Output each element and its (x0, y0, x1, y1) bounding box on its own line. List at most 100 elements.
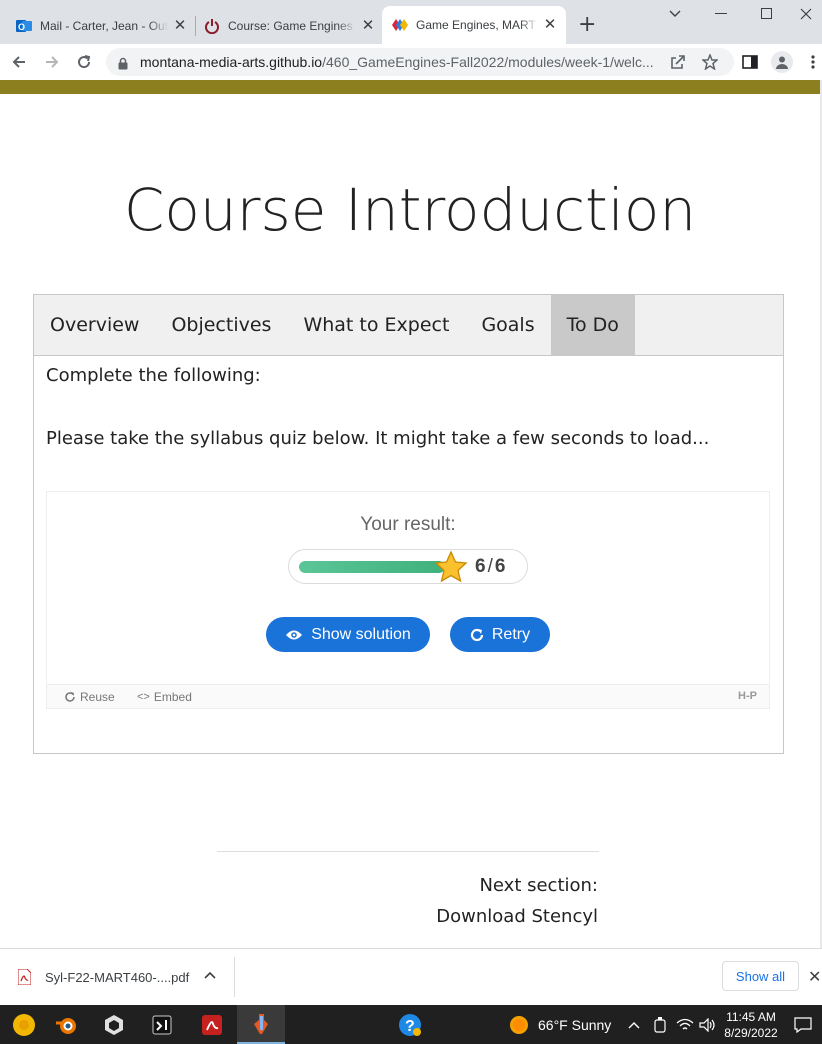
url-text: montana-media-arts.github.io/460_GameEng… (140, 54, 654, 70)
result-label: Your result: (360, 514, 456, 535)
unity-icon[interactable] (90, 1005, 138, 1044)
divider (217, 851, 599, 852)
h5p-footer: Reuse <> Embed H-P (47, 684, 769, 708)
minimize-button[interactable] (698, 0, 744, 28)
pdf-file-icon (18, 969, 31, 985)
retry-label: Retry (491, 625, 531, 643)
arrow-left-icon (12, 56, 25, 68)
instructions-text: Complete the following: (46, 365, 261, 386)
embed-icon: <> (137, 691, 150, 703)
page-title: Course Introduction (123, 176, 697, 244)
tray-chevron-up-icon[interactable] (628, 1005, 640, 1044)
meet-now-icon[interactable] (654, 1005, 666, 1044)
arrow-right-icon (46, 56, 59, 68)
retry-icon (470, 628, 484, 642)
weather-text: 66°F Sunny (538, 1016, 612, 1033)
score-separator: / (487, 556, 493, 577)
back-button[interactable] (5, 49, 33, 75)
show-all-button[interactable]: Show all (722, 961, 799, 991)
show-solution-label: Show solution (311, 625, 411, 643)
reload-icon (78, 55, 91, 69)
clock-date: 8/29/2022 (724, 1026, 778, 1040)
chrome-canary-icon[interactable] (0, 1005, 48, 1044)
browser-toolbar: montana-media-arts.github.io/460_GameEng… (0, 44, 822, 80)
score-text: 6/6 (475, 556, 505, 578)
side-panel-icon[interactable] (740, 52, 760, 72)
next-section-link[interactable]: Download Stencyl (436, 906, 598, 927)
h5p-quiz-widget: Your result: 6/6 Show solution Retry Reu… (46, 491, 770, 709)
menu-kebab-icon[interactable] (806, 52, 820, 72)
download-shelf: Syl-F22-MART460-....pdf Show all ✕ (0, 948, 822, 1005)
help-icon[interactable]: ? (386, 1005, 434, 1044)
sun-icon (509, 1015, 529, 1035)
maximize-button[interactable] (744, 0, 790, 28)
h5p-logo[interactable]: H-P (738, 690, 757, 702)
tab-overview[interactable]: Overview (34, 295, 155, 355)
wifi-icon[interactable] (676, 1005, 694, 1044)
eye-icon (285, 629, 303, 641)
tab-title: Course: Game Engines (228, 19, 353, 33)
close-icon[interactable]: ✕ (360, 18, 376, 34)
show-solution-button[interactable]: Show solution (266, 617, 430, 652)
tab-search-icon[interactable] (652, 0, 698, 28)
download-filename: Syl-F22-MART460-....pdf (45, 969, 190, 985)
score-bar: 6/6 (288, 549, 528, 584)
star-icon (433, 550, 469, 588)
forward-button[interactable] (38, 49, 66, 75)
outlook-icon: O (16, 18, 32, 34)
tab-what-to-expect[interactable]: What to Expect (287, 295, 465, 355)
clock-time: 11:45 AM (726, 1010, 776, 1024)
embed-link[interactable]: <> Embed (137, 690, 192, 704)
system-clock[interactable]: 11:45 AM 8/29/2022 (718, 1009, 784, 1041)
score-value: 6 (475, 556, 486, 577)
header-bar (0, 80, 820, 94)
tab-title: Mail - Carter, Jean - Outlook (40, 19, 168, 33)
weather-widget[interactable]: 66°F Sunny (509, 1005, 611, 1044)
score-progress-track (299, 561, 445, 573)
game-app-icon[interactable] (237, 1005, 285, 1044)
tab-separator (195, 16, 196, 36)
close-icon[interactable]: ✕ (172, 18, 188, 34)
taskbar: ? 66°F Sunny 11:45 AM 8/29/2022 (0, 1005, 822, 1044)
lock-icon (118, 55, 128, 74)
tab-goals[interactable]: Goals (465, 295, 550, 355)
close-window-button[interactable] (790, 0, 822, 28)
tab-outlook[interactable]: O Mail - Carter, Jean - Outlook ✕ (16, 8, 188, 44)
download-item[interactable]: Syl-F22-MART460-....pdf (18, 969, 189, 985)
reuse-icon (64, 691, 76, 703)
share-icon[interactable] (668, 52, 688, 72)
new-tab-button[interactable]: + (578, 13, 596, 37)
reload-button[interactable] (70, 49, 98, 75)
tab-to-do[interactable]: To Do (550, 295, 635, 355)
tab-course[interactable]: Course: Game Engines ✕ (204, 8, 376, 44)
tab-content: Complete the following: Please take the … (46, 365, 709, 491)
quiz-prompt-text: Please take the syllabus quiz below. It … (46, 428, 710, 449)
diamonds-icon (392, 17, 408, 33)
retry-button[interactable]: Retry (450, 617, 550, 652)
address-bar[interactable]: montana-media-arts.github.io/460_GameEng… (106, 48, 734, 76)
acrobat-icon[interactable] (188, 1005, 236, 1044)
reuse-link[interactable]: Reuse (64, 690, 115, 704)
score-max: 6 (494, 556, 506, 577)
tab-title: Game Engines, MART 460 (416, 18, 538, 32)
close-icon[interactable]: ✕ (542, 17, 558, 33)
score-progress-fill (299, 561, 445, 573)
visual-studio-icon[interactable] (138, 1005, 186, 1044)
content-tabs: Overview Objectives What to Expect Goals… (34, 295, 783, 356)
power-icon (204, 18, 220, 34)
chevron-up-icon[interactable] (204, 967, 216, 983)
browser-tab-strip: O Mail - Carter, Jean - Outlook ✕ Course… (0, 0, 822, 44)
bookmark-star-icon[interactable] (700, 52, 720, 72)
web-page: Course Introduction Overview Objectives … (0, 80, 820, 948)
svg-text:O: O (18, 22, 25, 32)
profile-avatar-icon[interactable] (771, 51, 793, 73)
tab-game-engines[interactable]: Game Engines, MART 460 ✕ (382, 6, 566, 44)
next-section-label: Next section: (479, 875, 598, 896)
volume-icon[interactable] (699, 1005, 717, 1044)
tab-objectives[interactable]: Objectives (155, 295, 287, 355)
close-shelf-icon[interactable]: ✕ (808, 967, 821, 986)
notification-icon[interactable] (794, 1005, 812, 1044)
shelf-divider (234, 957, 235, 997)
blender-icon[interactable] (42, 1005, 90, 1044)
content-tabs-panel: Overview Objectives What to Expect Goals… (33, 294, 784, 754)
